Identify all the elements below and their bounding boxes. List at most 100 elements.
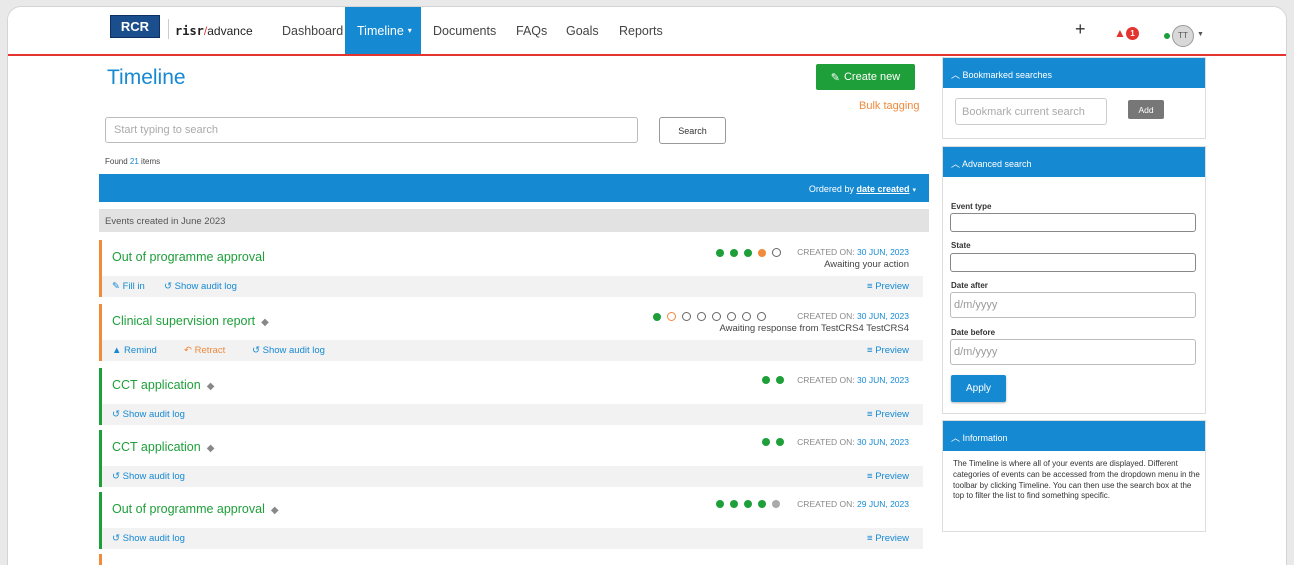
sort-field-link[interactable]: date created [856, 184, 909, 194]
step-pending-icon [772, 248, 781, 257]
page-title: Timeline [107, 66, 186, 89]
event-row: CCT application ◆ CREATED ON: 30 JUN, 202… [99, 368, 923, 425]
nav-dashboard[interactable]: Dashboard [270, 7, 355, 54]
step-pending-icon [727, 312, 736, 321]
event-status: Awaiting your action [824, 259, 909, 270]
step-complete-icon [762, 376, 770, 384]
browser-frame: RCR risr/advance Dashboard Timeline ▾ Doc… [7, 6, 1287, 565]
add-bookmark-button[interactable]: Add [1128, 100, 1164, 119]
created-label: CREATED ON: [797, 311, 855, 321]
event-status: Awaiting response from TestCRS4 TestCRS4 [719, 323, 909, 334]
event-title-text: Out of programme approval [112, 502, 265, 516]
search-button[interactable]: Search [659, 117, 726, 144]
create-new-button[interactable]: ✎ Create new [816, 64, 915, 90]
step-complete-icon [744, 500, 752, 508]
event-title[interactable]: Out of programme approval [112, 250, 265, 264]
fill-in-label: Fill in [122, 281, 145, 292]
show-audit-log-button[interactable]: ↺ Show audit log [112, 471, 185, 482]
bookmarked-title: Bookmarked searches [962, 70, 1053, 80]
preview-button[interactable]: ≡ Preview [867, 471, 909, 482]
tag-icon[interactable]: ◆ [271, 505, 279, 516]
found-prefix: Found [105, 157, 130, 166]
advanced-header[interactable]: ︿ Advanced search [943, 147, 1205, 177]
edit-icon: ✎ [112, 281, 123, 292]
created-date: CREATED ON: 30 JUN, 2023 [797, 311, 909, 321]
date-before-input[interactable]: d/m/yyyy [950, 339, 1196, 365]
created-label: CREATED ON: [797, 247, 855, 257]
bulk-tagging-link[interactable]: Bulk tagging [859, 100, 920, 112]
ordered-prefix: Ordered by [808, 184, 857, 194]
bookmarked-header[interactable]: ︿ Bookmarked searches [943, 58, 1205, 88]
created-date: CREATED ON: 30 JUN, 2023 [797, 437, 909, 447]
show-audit-log-button[interactable]: ↺ Show audit log [164, 281, 237, 292]
event-row: Clinical supervision report ◆ CREATED ON:… [99, 304, 923, 361]
bookmark-input[interactable] [955, 98, 1107, 125]
avatar[interactable]: TT [1172, 25, 1194, 47]
order-bar: Ordered by date created ▾ [99, 174, 929, 202]
remind-label: Remind [124, 345, 157, 356]
step-complete-icon [716, 248, 724, 257]
step-disabled-icon [772, 500, 780, 508]
event-row [99, 554, 923, 565]
date-after-input[interactable]: d/m/yyyy [950, 292, 1196, 318]
brand-name[interactable]: risr/advance [175, 24, 253, 38]
event-title-text: Clinical supervision report [112, 314, 256, 328]
event-type-select[interactable] [950, 213, 1196, 232]
tag-icon[interactable]: ◆ [261, 317, 269, 328]
search-input[interactable] [105, 117, 638, 143]
event-title[interactable]: Clinical supervision report ◆ [112, 314, 269, 328]
event-title-text: CCT application [112, 440, 201, 454]
notification-badge[interactable]: 1 [1126, 27, 1139, 40]
preview-button[interactable]: ≡ Preview [867, 533, 909, 544]
show-audit-log-button[interactable]: ↺ Show audit log [252, 345, 325, 356]
bell-icon[interactable]: ▲ [1114, 26, 1126, 40]
progress-dots [762, 438, 784, 446]
created-value: 30 JUN, 2023 [857, 375, 909, 385]
brand-risr: risr [175, 24, 204, 38]
created-value: 30 JUN, 2023 [857, 247, 909, 257]
fill-in-button[interactable]: ✎ Fill in [112, 281, 145, 292]
tag-icon[interactable]: ◆ [207, 443, 215, 454]
retract-button[interactable]: ↶ Retract [184, 345, 225, 356]
show-audit-log-button[interactable]: ↺ Show audit log [112, 409, 185, 420]
state-select[interactable] [950, 253, 1196, 272]
information-header[interactable]: ︿ Information [943, 421, 1205, 451]
event-row: CCT application ◆ CREATED ON: 30 JUN, 202… [99, 430, 923, 487]
undo-icon: ↶ [184, 345, 195, 356]
event-title[interactable]: Out of programme approval ◆ [112, 502, 279, 516]
nav-reports[interactable]: Reports [607, 7, 675, 54]
timeline-main: Timeline ✎ Create new Bulk tagging Searc… [99, 58, 929, 565]
nav-goals[interactable]: Goals [554, 7, 611, 54]
event-title[interactable]: CCT application ◆ [112, 378, 214, 392]
online-status-icon [1164, 33, 1170, 39]
list-icon: ≡ [867, 345, 876, 356]
history-icon: ↺ [112, 471, 123, 482]
nav-faqs[interactable]: FAQs [504, 7, 559, 54]
created-label: CREATED ON: [797, 375, 855, 385]
preview-button[interactable]: ≡ Preview [867, 281, 909, 292]
preview-button[interactable]: ≡ Preview [867, 345, 909, 356]
history-icon: ↺ [164, 281, 175, 292]
tag-icon[interactable]: ◆ [207, 381, 215, 392]
created-date: CREATED ON: 29 JUN, 2023 [797, 499, 909, 509]
apply-button[interactable]: Apply [951, 375, 1006, 402]
chevron-down-icon[interactable]: ▼ [1197, 31, 1204, 38]
step-current-icon [758, 248, 766, 257]
nav-documents[interactable]: Documents [421, 7, 508, 54]
remind-button[interactable]: ▲ Remind [112, 345, 157, 356]
rcr-logo[interactable]: RCR [110, 15, 160, 38]
retract-label: Retract [194, 345, 226, 356]
order-control[interactable]: Ordered by date created ▾ [809, 184, 916, 194]
show-audit-log-button[interactable]: ↺ Show audit log [112, 533, 185, 544]
date-after-label: Date after [951, 281, 988, 290]
step-complete-icon [730, 248, 738, 257]
history-icon: ↺ [112, 533, 123, 544]
plus-icon[interactable]: + [1075, 19, 1086, 40]
step-complete-icon [744, 248, 752, 257]
event-title[interactable]: CCT application ◆ [112, 440, 214, 454]
preview-label: Preview [875, 471, 909, 482]
nav-timeline[interactable]: Timeline ▾ [345, 7, 421, 54]
preview-button[interactable]: ≡ Preview [867, 409, 909, 420]
preview-label: Preview [875, 281, 909, 292]
audit-log-label: Show audit log [174, 281, 237, 292]
